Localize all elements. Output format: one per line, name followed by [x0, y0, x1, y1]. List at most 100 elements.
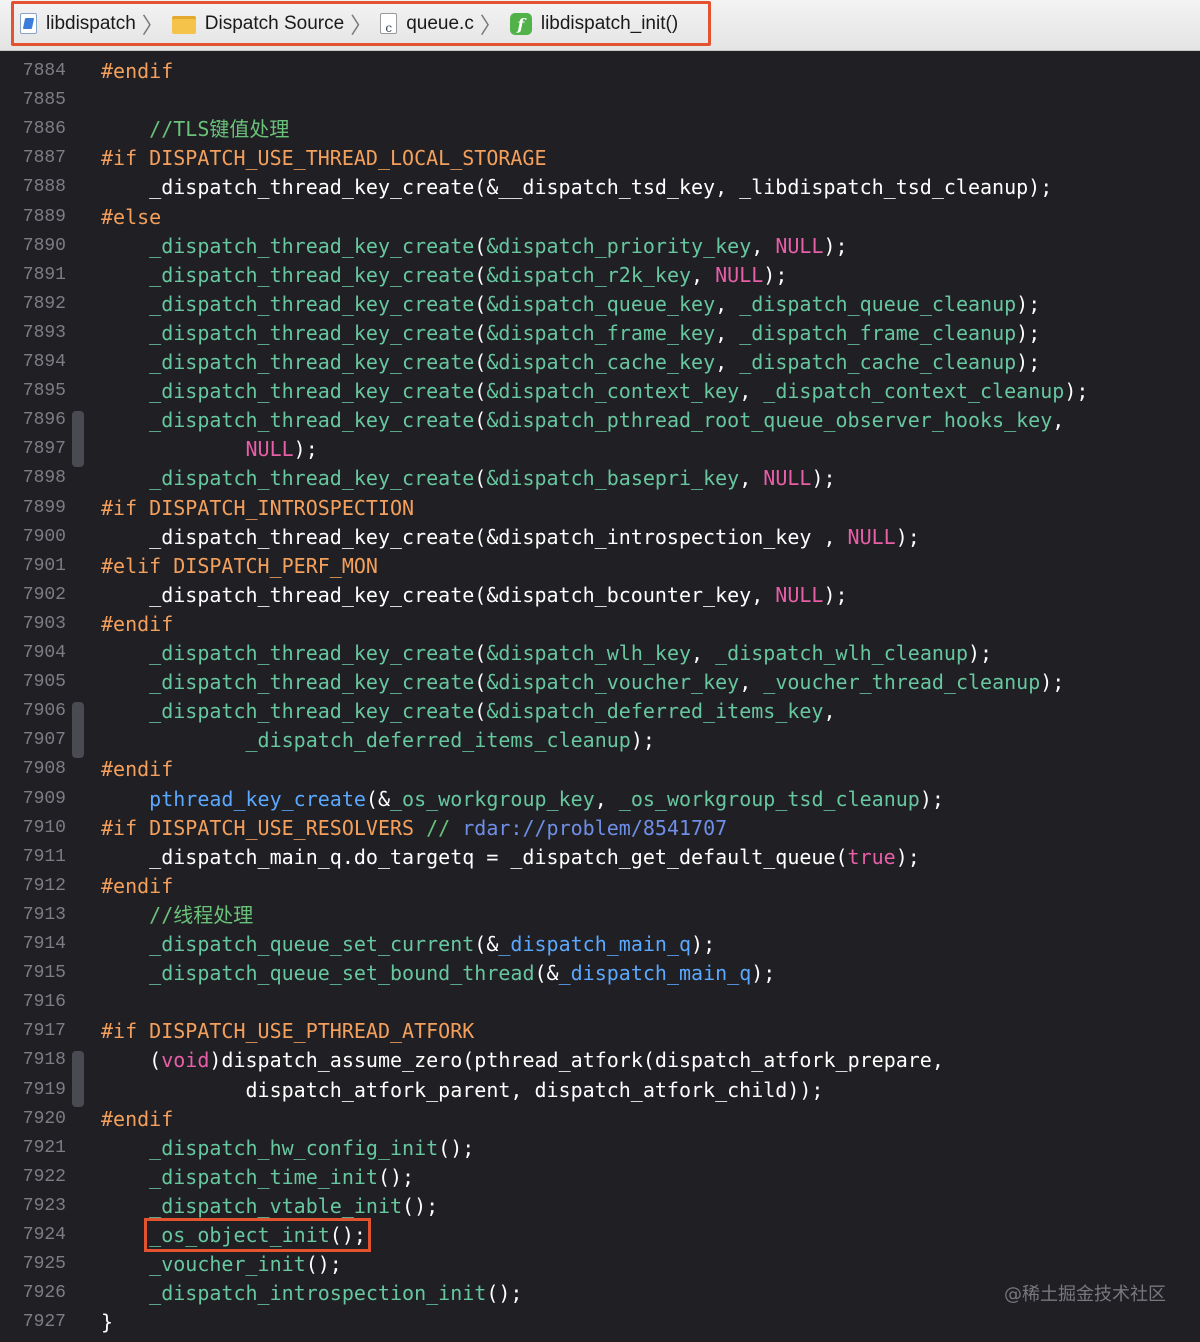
code-line[interactable]: 7902 _dispatch_thread_key_create(&dispat…: [0, 581, 1200, 610]
line-number: 7917: [22, 1021, 66, 1042]
code-text: _dispatch_introspection_init();: [149, 1281, 523, 1306]
line-number: 7901: [22, 555, 66, 576]
code-line[interactable]: 7896 _dispatch_thread_key_create(&dispat…: [0, 406, 1200, 435]
c-file-icon: c: [380, 13, 398, 35]
line-number: 7899: [22, 497, 66, 518]
code-line[interactable]: 7897 NULL);: [0, 435, 1200, 464]
watermark: @稀土掘金技术社区: [1004, 1284, 1166, 1305]
code-text: #endif: [101, 1106, 174, 1131]
chevron-right-icon: 〉: [479, 13, 502, 39]
code-line[interactable]: 7916: [0, 988, 1200, 1017]
code-text: _dispatch_thread_key_create(&dispatch_wl…: [149, 641, 993, 665]
breadcrumb-item-file[interactable]: c queue.c: [380, 4, 474, 43]
code-line[interactable]: 7923 _dispatch_vtable_init();: [0, 1192, 1200, 1221]
code-line[interactable]: 7895 _dispatch_thread_key_create(&dispat…: [0, 377, 1200, 406]
line-number: 7890: [22, 235, 66, 256]
code-text: #elif DISPATCH_PERF_MON: [101, 553, 378, 578]
line-number: 7889: [22, 206, 66, 227]
code-line[interactable]: 7909 pthread_key_create(&_os_workgroup_k…: [0, 785, 1200, 814]
code-text: _dispatch_thread_key_create(&dispatch_pt…: [149, 408, 1065, 433]
code-text: #if DISPATCH_USE_THREAD_LOCAL_STORAGE: [101, 146, 547, 171]
code-text: _dispatch_thread_key_create(&dispatch_ba…: [149, 466, 836, 491]
line-number: 7924: [22, 1225, 66, 1245]
code-line[interactable]: 7894 _dispatch_thread_key_create(&dispat…: [0, 348, 1200, 377]
code-text: _dispatch_hw_config_init();: [149, 1135, 475, 1160]
line-number: 7895: [22, 381, 66, 402]
code-line[interactable]: 7918 (void)dispatch_assume_zero(pthread_…: [0, 1046, 1200, 1075]
code-line[interactable]: 7907 _dispatch_deferred_items_cleanup);: [0, 726, 1200, 755]
code-line[interactable]: 7905 _dispatch_thread_key_create(&dispat…: [0, 668, 1200, 697]
code-text: #endif: [101, 611, 174, 636]
code-line[interactable]: 7910 #if DISPATCH_USE_RESOLVERS // rdar:/…: [0, 814, 1200, 843]
code-line[interactable]: 7917 #if DISPATCH_USE_PTHREAD_ATFORK: [0, 1017, 1200, 1046]
code-line[interactable]: 7884 #endif: [0, 57, 1200, 86]
code-line[interactable]: 7914 _dispatch_queue_set_current(&_dispa…: [0, 930, 1200, 959]
code-text: //线程处理: [149, 902, 254, 927]
code-text: #endif: [101, 59, 174, 83]
line-number: 7900: [22, 526, 66, 547]
line-number: 7921: [22, 1137, 66, 1158]
breadcrumb-item-function[interactable]: f libdispatch_init(): [509, 4, 678, 43]
code-line[interactable]: 7900 _dispatch_thread_key_create(&dispat…: [0, 523, 1200, 552]
line-number: 7925: [22, 1254, 66, 1275]
code-line[interactable]: 7893 _dispatch_thread_key_create(&dispat…: [0, 319, 1200, 348]
code-text: _os_object_init();: [101, 1218, 371, 1252]
source-editor[interactable]: 7884 #endif 7885 7886 //TLS键值处理 7887 #if DISP…: [0, 51, 1200, 1342]
code-line[interactable]: 7908 #endif: [0, 755, 1200, 784]
code-line[interactable]: 7885: [0, 86, 1200, 115]
code-text: //TLS键值处理: [149, 117, 290, 142]
code-line[interactable]: 7892 _dispatch_thread_key_create(&dispat…: [0, 290, 1200, 319]
code-line[interactable]: 7886 //TLS键值处理: [0, 115, 1200, 144]
code-line[interactable]: 7915 _dispatch_queue_set_bound_thread(&_…: [0, 959, 1200, 988]
code-text: _dispatch_thread_key_create(&__dispatch_…: [101, 175, 1053, 200]
line-number: 7886: [22, 119, 66, 140]
line-number: 7914: [22, 934, 66, 954]
code-line[interactable]: 7899 #if DISPATCH_INTROSPECTION: [0, 494, 1200, 523]
line-number: 7910: [22, 817, 66, 838]
code-line[interactable]: 7922 _dispatch_time_init();: [0, 1163, 1200, 1192]
code-line[interactable]: 7887 #if DISPATCH_USE_THREAD_LOCAL_STORAG…: [0, 144, 1200, 173]
code-line[interactable]: 7889 #else: [0, 203, 1200, 232]
code-line[interactable]: 7919 dispatch_atfork_parent, dispatch_at…: [0, 1076, 1200, 1105]
code-text: _dispatch_queue_set_bound_thread(&_dispa…: [149, 961, 776, 986]
line-number: 7884: [22, 61, 66, 81]
line-number: 7909: [22, 788, 66, 809]
line-number: 7893: [22, 322, 66, 343]
code-line[interactable]: 7904 _dispatch_thread_key_create(&dispat…: [0, 639, 1200, 668]
code-line[interactable]: 7927}: [0, 1308, 1200, 1337]
breadcrumb-item-group[interactable]: Dispatch Source: [171, 4, 345, 43]
code-line[interactable]: 7898 _dispatch_thread_key_create(&dispat…: [0, 464, 1200, 493]
code-line[interactable]: 7912 #endif: [0, 872, 1200, 901]
code-text: _dispatch_thread_key_create(&dispatch_qu…: [149, 291, 1041, 316]
code-line[interactable]: 7925 _voucher_init();: [0, 1250, 1200, 1279]
code-text: _dispatch_thread_key_create(&dispatch_de…: [149, 699, 836, 724]
line-number: 7913: [22, 904, 66, 925]
breadcrumb: libdispatch 〉 Dispatch Source 〉 c queue.…: [11, 1, 711, 46]
breadcrumb-label: Dispatch Source: [204, 12, 345, 34]
line-number: 7885: [22, 90, 66, 111]
code-line[interactable]: 7906 _dispatch_thread_key_create(&dispat…: [0, 697, 1200, 726]
code-line[interactable]: 7891 _dispatch_thread_key_create(&dispat…: [0, 261, 1200, 290]
breadcrumb-label: queue.c: [406, 12, 474, 34]
code-text: _dispatch_deferred_items_cleanup);: [245, 728, 655, 753]
code-text: _dispatch_thread_key_create(&dispatch_in…: [101, 524, 920, 549]
code-line[interactable]: 7901 #elif DISPATCH_PERF_MON: [0, 552, 1200, 581]
code-text: _dispatch_time_init();: [149, 1164, 415, 1189]
code-text: #endif: [101, 873, 174, 898]
code-text: _dispatch_thread_key_create(&dispatch_fr…: [149, 320, 1041, 345]
line-number: 7897: [22, 439, 66, 460]
breadcrumb-item-project[interactable]: libdispatch: [20, 4, 136, 43]
code-line[interactable]: 7888 _dispatch_thread_key_create(&__disp…: [0, 173, 1200, 202]
chevron-right-icon: 〉: [350, 13, 373, 39]
code-line[interactable]: 7890 _dispatch_thread_key_create(&dispat…: [0, 232, 1200, 261]
code-line[interactable]: 7913 //线程处理: [0, 901, 1200, 930]
code-line[interactable]: 7924 _os_object_init();: [0, 1218, 1200, 1252]
line-number: 7912: [22, 875, 66, 896]
line-number: 7902: [22, 584, 66, 605]
code-line[interactable]: 7911 _dispatch_main_q.do_targetq = _disp…: [0, 843, 1200, 872]
code-line[interactable]: 7903 #endif: [0, 610, 1200, 639]
code-line[interactable]: 7921 _dispatch_hw_config_init();: [0, 1134, 1200, 1163]
code-line[interactable]: 7920 #endif: [0, 1105, 1200, 1134]
code-text: #endif: [101, 757, 174, 782]
line-number: 7905: [22, 672, 66, 693]
